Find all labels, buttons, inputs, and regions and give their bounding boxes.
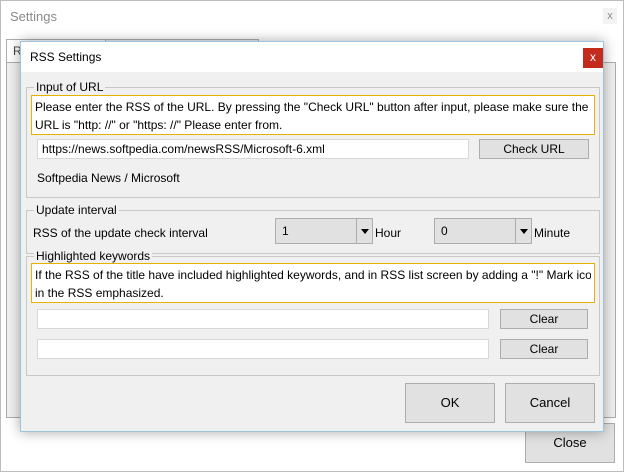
url-group: Input of URL Please enter the RSS of the… — [26, 79, 600, 198]
url-help-note: Please enter the RSS of the URL. By pres… — [31, 95, 595, 135]
cancel-button[interactable]: Cancel — [505, 383, 595, 423]
check-url-button[interactable]: Check URL — [479, 139, 589, 159]
feed-title-label: Softpedia News / Microsoft — [37, 171, 180, 185]
minute-select[interactable]: 0 — [434, 218, 532, 244]
minute-unit-label: Minute — [534, 226, 571, 240]
ok-button[interactable]: OK — [405, 383, 495, 423]
keyword-input-1[interactable] — [37, 309, 489, 329]
clear-button-1[interactable]: Clear — [500, 309, 588, 329]
keywords-help-note: If the RSS of the title have included hi… — [31, 263, 595, 303]
settings-close-icon[interactable]: x — [603, 8, 617, 24]
url-input[interactable]: https://news.softpedia.com/newsRSS/Micro… — [37, 139, 469, 159]
settings-window-title: Settings — [10, 9, 57, 24]
hour-select-value: 1 — [282, 224, 289, 238]
dialog-title: RSS Settings — [30, 50, 102, 64]
interval-row-label: RSS of the update check interval — [33, 226, 208, 240]
check-url-button-label: Check URL — [503, 142, 565, 156]
keywords-help-note-line2: in the RSS emphasized. — [35, 286, 164, 300]
keyword-input-2[interactable] — [37, 339, 489, 359]
url-group-label: Input of URL — [34, 79, 106, 95]
keywords-help-note-line1: If the RSS of the title have included hi… — [35, 268, 591, 282]
close-icon[interactable]: x — [583, 48, 603, 68]
clear-button-1-label: Clear — [529, 312, 559, 326]
url-help-note-line1: Please enter the RSS of the URL. By pres… — [35, 100, 591, 114]
chevron-down-icon[interactable] — [356, 219, 372, 243]
minute-select-value: 0 — [441, 224, 448, 238]
hour-unit-label: Hour — [375, 226, 402, 240]
ok-button-label: OK — [440, 395, 460, 410]
keywords-group-label: Highlighted keywords — [34, 248, 153, 264]
rss-settings-dialog: RSS Settings x Input of URL Please enter… — [20, 41, 604, 432]
clear-button-2-label: Clear — [529, 342, 559, 356]
keywords-group: Highlighted keywords If the RSS of the t… — [26, 248, 600, 376]
dialog-titlebar: RSS Settings x — [21, 42, 603, 72]
cancel-button-label: Cancel — [529, 395, 571, 410]
chevron-down-icon[interactable] — [515, 219, 531, 243]
hour-select[interactable]: 1 — [275, 218, 373, 244]
clear-button-2[interactable]: Clear — [500, 339, 588, 359]
url-help-note-line2: URL is "http: //" or "https: //" Please … — [35, 118, 283, 132]
interval-group-label: Update interval — [34, 202, 119, 218]
